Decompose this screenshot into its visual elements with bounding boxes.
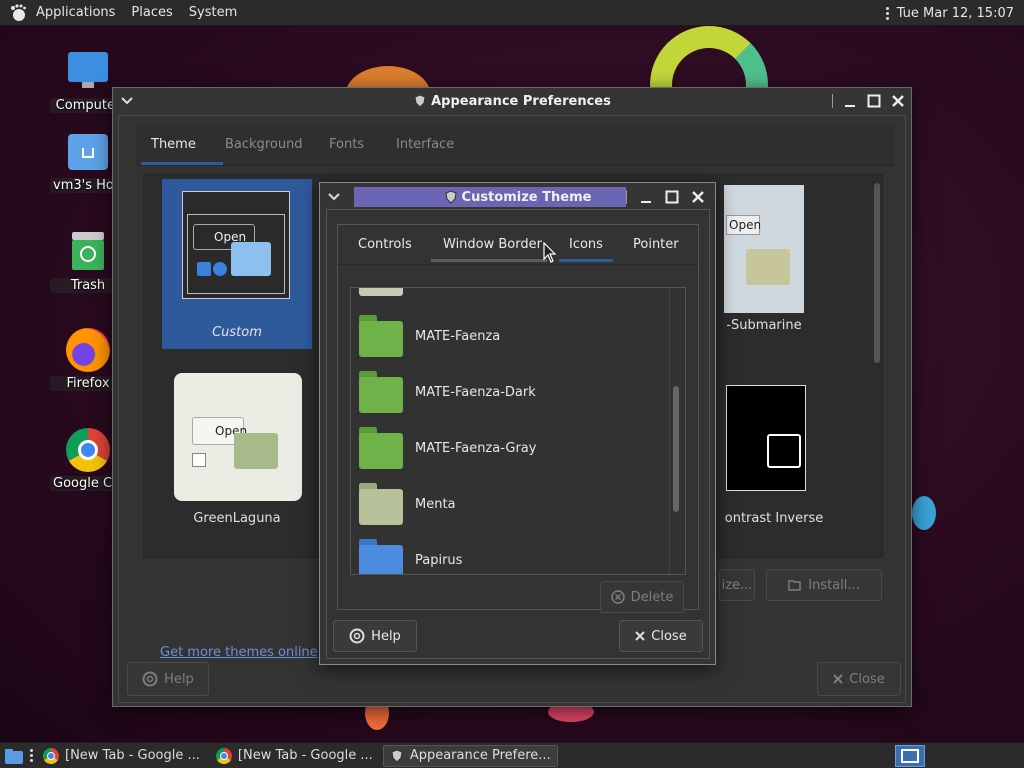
monitor-icon	[66, 50, 110, 94]
theme-grid-scrollbar[interactable]	[874, 183, 880, 363]
gnome-foot-icon[interactable]	[8, 3, 28, 23]
folder-preview-icon	[234, 433, 278, 469]
task-appearance-preferences[interactable]: Appearance Prefere...	[382, 744, 558, 767]
appearance-app-icon	[444, 190, 457, 204]
applications-menu[interactable]: Applications	[28, 0, 123, 26]
green-folder-icon	[359, 427, 403, 469]
help-icon	[349, 628, 365, 644]
delete-button[interactable]: Delete	[600, 581, 684, 613]
show-desktop-icon[interactable]	[4, 747, 24, 765]
dialog-title: Customize Theme	[461, 189, 592, 205]
folder-preview-icon	[767, 434, 801, 468]
customize-theme-dialog: Customize Theme Controls Window Border I…	[319, 182, 716, 665]
task-chrome-1[interactable]: [New Tab - Google ...	[37, 745, 206, 767]
get-more-themes-link[interactable]: Get more themes online	[160, 645, 318, 660]
wallpaper-dot	[912, 496, 936, 530]
close-icon[interactable]	[691, 190, 705, 204]
clock[interactable]: Tue Mar 12, 15:07	[885, 0, 1014, 26]
mouse-cursor-icon	[543, 242, 557, 263]
tab-background[interactable]: Background	[225, 137, 303, 152]
scrollbar-track	[669, 288, 670, 574]
folder-icon	[359, 288, 403, 296]
close-icon[interactable]	[891, 94, 905, 108]
minimize-icon[interactable]	[843, 94, 857, 108]
tab-theme[interactable]: Theme	[151, 137, 196, 152]
window-title: Appearance Preferences	[431, 93, 611, 109]
appearance-app-icon	[414, 94, 426, 108]
theme-item-submarine-preview[interactable]: Open	[724, 185, 804, 313]
window-menu-icon[interactable]	[121, 88, 133, 114]
close-button[interactable]: Close	[619, 620, 703, 652]
menta-folder-icon	[359, 483, 403, 525]
panel-handle-icon	[885, 6, 889, 20]
help-button[interactable]: Help	[127, 662, 209, 696]
firefox-icon	[66, 328, 110, 372]
close-button[interactable]: Close	[817, 662, 901, 696]
install-button[interactable]: Install...	[766, 569, 882, 601]
titlebar-separator	[626, 190, 627, 204]
appearance-app-icon	[391, 748, 403, 763]
list-item[interactable]: MATE-Faenza-Gray	[351, 420, 681, 476]
places-menu[interactable]: Places	[123, 0, 180, 26]
theme-item-contrast-inverse-preview[interactable]	[726, 385, 806, 491]
list-item[interactable]: Menta	[351, 476, 681, 532]
close-icon	[833, 674, 843, 684]
tab-bar: Theme Background Fonts Interface	[136, 126, 894, 166]
folder-preview-icon	[231, 242, 271, 276]
dialog-notebook: Controls Window Border Icons Pointer MAT…	[337, 224, 699, 613]
help-button[interactable]: Help	[333, 620, 417, 652]
theme-item-greenlaguna[interactable]: Open	[174, 373, 302, 501]
list-item[interactable]: Papirus	[351, 532, 681, 574]
theme-item-custom[interactable]: Open Custom	[162, 179, 312, 349]
list-scrollbar[interactable]	[673, 386, 679, 512]
list-item[interactable]: MATE-Faenza-Dark	[351, 364, 681, 420]
customize-button[interactable]: ize...	[719, 569, 755, 601]
minimize-icon[interactable]	[639, 190, 653, 204]
tab-fonts[interactable]: Fonts	[329, 137, 364, 152]
theme-label-greenlaguna: GreenLaguna	[193, 511, 281, 526]
tab-underline	[141, 162, 223, 165]
dialog-tab-bar: Controls Window Border Icons Pointer	[338, 225, 698, 265]
chrome-icon	[43, 747, 59, 764]
tab-hover-underline	[431, 259, 547, 262]
icon-theme-list[interactable]: MATE-Faenza MATE-Faenza-Dark MATE-Faenza…	[350, 287, 686, 575]
clock-text: Tue Mar 12, 15:07	[896, 5, 1014, 21]
tab-underline	[559, 259, 613, 262]
theme-label-contrast-inverse: ontrast Inverse	[724, 511, 824, 526]
green-folder-icon	[359, 315, 403, 357]
tab-icons[interactable]: Icons	[569, 237, 603, 252]
workspace-switcher[interactable]	[895, 745, 925, 767]
trash-icon	[66, 230, 110, 274]
dialog-body: Controls Window Border Icons Pointer MAT…	[326, 209, 710, 659]
theme-label-submarine: -Submarine	[726, 318, 802, 333]
taskbar: [New Tab - Google ... [New Tab - Google …	[0, 742, 1024, 768]
chrome-icon	[66, 428, 110, 472]
delete-icon	[610, 590, 625, 604]
home-folder-icon	[66, 130, 110, 174]
folder-preview-icon	[746, 249, 790, 285]
tab-interface[interactable]: Interface	[396, 137, 454, 152]
tab-window-border[interactable]: Window Border	[443, 237, 542, 252]
tab-controls[interactable]: Controls	[358, 237, 412, 252]
top-panel: Applications Places System Tue Mar 12, 1…	[0, 0, 1024, 26]
help-icon	[142, 671, 158, 687]
green-folder-icon	[359, 371, 403, 413]
dialog-titlebar[interactable]: Customize Theme	[320, 183, 715, 211]
folder-open-icon	[788, 580, 801, 591]
titlebar-separator	[832, 94, 833, 108]
maximize-icon[interactable]	[665, 190, 679, 204]
list-item[interactable]: MATE-Faenza	[351, 308, 681, 364]
system-menu[interactable]: System	[181, 0, 245, 26]
maximize-icon[interactable]	[867, 94, 881, 108]
blue-folder-icon	[359, 539, 403, 574]
task-chrome-2[interactable]: [New Tab - Google ...	[210, 745, 379, 767]
theme-label-custom: Custom	[212, 325, 262, 340]
taskbar-handle-icon	[30, 749, 33, 762]
window-menu-icon[interactable]	[328, 183, 340, 211]
close-icon	[635, 631, 645, 641]
window-titlebar[interactable]: Appearance Preferences	[113, 88, 911, 114]
theme-preview: Open	[182, 191, 290, 299]
tab-pointer[interactable]: Pointer	[633, 237, 679, 252]
chrome-icon	[215, 747, 232, 764]
